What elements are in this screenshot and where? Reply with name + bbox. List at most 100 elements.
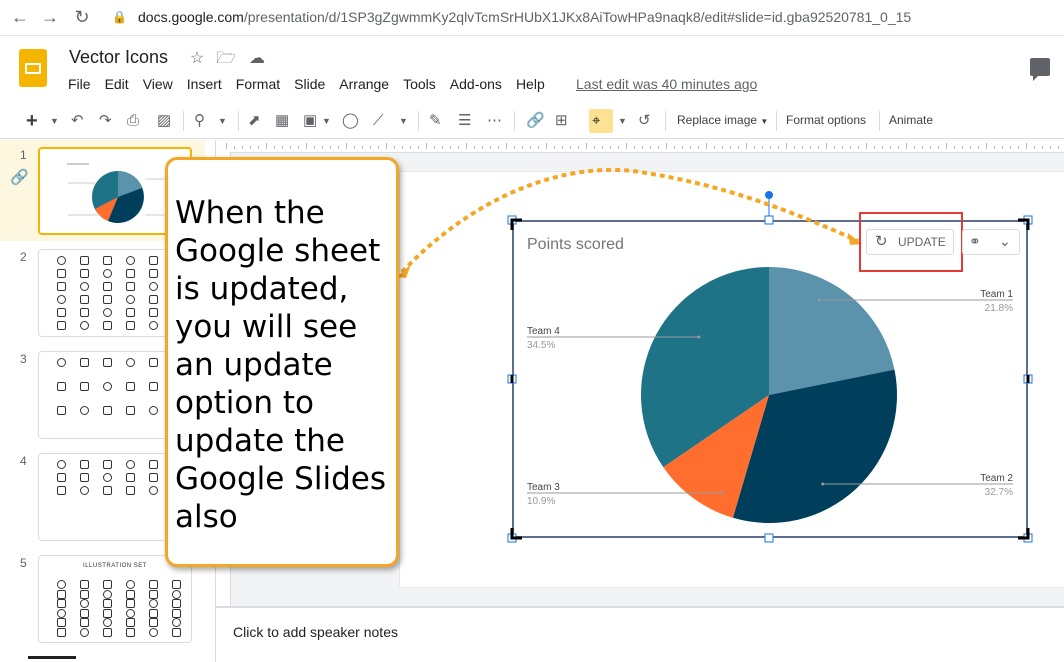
- mini-icon: [103, 608, 112, 618]
- lock-icon[interactable]: 🔒: [112, 6, 127, 28]
- comment-icon[interactable]: [1030, 58, 1050, 81]
- ruler-tick: [818, 146, 819, 149]
- ruler-tick: [970, 146, 971, 149]
- refresh-icon: ↻: [875, 233, 888, 250]
- mini-icon: [103, 460, 112, 469]
- document-title[interactable]: Vector Icons: [69, 47, 168, 68]
- zoom-icon[interactable]: ⚲: [194, 112, 205, 130]
- back-arrow-icon[interactable]: ←: [9, 6, 31, 28]
- undo-icon[interactable]: ↶: [71, 112, 84, 130]
- ruler-tick: [490, 146, 491, 149]
- menu-insert[interactable]: Insert: [187, 76, 222, 94]
- star-icon[interactable]: ☆: [187, 49, 207, 69]
- mini-icon: [149, 599, 158, 608]
- mini-icon: [103, 589, 112, 599]
- menu-arrange[interactable]: Arrange: [339, 76, 389, 94]
- cloud-saved-icon[interactable]: ☁: [247, 49, 267, 69]
- menu-tools[interactable]: Tools: [403, 76, 436, 94]
- menu-slide[interactable]: Slide: [294, 76, 325, 94]
- line-icon[interactable]: ⟋: [373, 112, 384, 130]
- slide-number: 1: [20, 148, 27, 162]
- reset-image-icon[interactable]: ↺: [638, 112, 651, 130]
- mini-icon: [172, 627, 181, 637]
- last-edit-link[interactable]: Last edit was 40 minutes ago: [576, 76, 757, 92]
- text-box-icon[interactable]: ▦: [275, 112, 289, 130]
- mini-icon: [126, 599, 135, 608]
- ruler-tick: [586, 143, 587, 149]
- link-icon[interactable]: 🔗: [526, 112, 545, 130]
- mini-icon: [126, 321, 135, 330]
- toolbar-divider: [879, 111, 880, 131]
- image-dropdown-icon[interactable]: ▼: [322, 112, 331, 130]
- mini-icon: [80, 308, 89, 317]
- zoom-dropdown-icon[interactable]: ▼: [218, 112, 227, 130]
- ruler-tick: [530, 146, 531, 149]
- mini-icon: [172, 589, 181, 599]
- reload-icon[interactable]: ↻: [71, 6, 93, 28]
- ruler-tick: [922, 146, 923, 149]
- menu-view[interactable]: View: [143, 76, 173, 94]
- mini-icon: [172, 580, 181, 589]
- menu-addons[interactable]: Add-ons: [450, 76, 502, 94]
- mini-icon: [80, 627, 89, 637]
- move-folder-icon[interactable]: 🗁: [216, 49, 236, 69]
- mini-icon: [103, 599, 112, 608]
- print-icon[interactable]: ⎙: [127, 112, 139, 130]
- select-cursor-icon[interactable]: ⬈: [248, 112, 261, 130]
- menu-format[interactable]: Format: [236, 76, 280, 94]
- filmstrip-scroll-indicator[interactable]: [28, 656, 76, 659]
- ruler-tick: [706, 143, 707, 149]
- mini-icon: [126, 406, 135, 415]
- line-dropdown-icon[interactable]: ▼: [399, 112, 408, 130]
- ruler-tick: [650, 146, 651, 149]
- ruler-tick: [482, 146, 483, 149]
- animate-button[interactable]: Animate: [889, 113, 933, 127]
- update-label: UPDATE: [898, 235, 946, 249]
- menu-help[interactable]: Help: [516, 76, 545, 94]
- redo-icon[interactable]: ↷: [99, 112, 112, 130]
- slide-number: 4: [20, 454, 27, 468]
- mini-icon: [103, 358, 112, 367]
- speaker-notes-field[interactable]: Click to add speaker notes: [233, 624, 398, 640]
- menu-file[interactable]: File: [68, 76, 91, 94]
- ruler-tick: [610, 146, 611, 149]
- horizontal-ruler: [216, 140, 1064, 153]
- slide-number: 2: [20, 250, 27, 264]
- linked-chart-options-menu[interactable]: ⚭ ⌄: [962, 229, 1020, 255]
- ruler-tick: [450, 146, 451, 149]
- mini-icon: [126, 269, 135, 278]
- shape-icon[interactable]: ◯: [342, 112, 359, 130]
- mini-icon: [57, 618, 66, 627]
- mini-icon: [57, 608, 66, 618]
- ruler-tick: [746, 143, 747, 149]
- paint-format-icon[interactable]: ▨: [157, 112, 171, 130]
- crop-dropdown-icon[interactable]: ▼: [618, 112, 627, 130]
- image-icon[interactable]: ▣: [303, 112, 317, 130]
- toolbar-divider: [514, 111, 515, 131]
- notes-divider[interactable]: [216, 606, 1064, 608]
- ruler-tick: [842, 146, 843, 149]
- add-comment-icon[interactable]: ⊞: [555, 112, 568, 130]
- slide-thumbnail-5[interactable]: ILLUSTRATION SET: [38, 555, 192, 643]
- new-slide-icon[interactable]: +: [26, 111, 38, 131]
- mini-icon: [80, 256, 89, 265]
- mini-icon: [57, 486, 66, 495]
- update-chart-button[interactable]: ↻ UPDATE: [866, 229, 954, 255]
- new-slide-dropdown-icon[interactable]: ▼: [50, 112, 59, 130]
- line-weight-icon[interactable]: ☰: [458, 112, 471, 130]
- url-field[interactable]: docs.google.com/presentation/d/1SP3gZgwm…: [138, 6, 911, 28]
- mini-icon: [80, 382, 89, 391]
- format-options-button[interactable]: Format options: [786, 113, 866, 127]
- mini-icon: [57, 599, 66, 608]
- replace-image-menu[interactable]: Replace image ▼: [677, 113, 768, 127]
- pen-icon[interactable]: ✎: [429, 112, 442, 130]
- ruler-tick: [498, 146, 499, 149]
- crop-icon[interactable]: ⌖: [592, 112, 600, 130]
- menu-edit[interactable]: Edit: [105, 76, 129, 94]
- mini-icon: [149, 406, 158, 415]
- mini-icon: [149, 269, 158, 278]
- forward-arrow-icon[interactable]: →: [39, 6, 61, 28]
- line-dash-icon[interactable]: ⋯: [487, 112, 502, 130]
- slides-logo-icon[interactable]: [19, 49, 47, 87]
- ruler-tick: [914, 146, 915, 149]
